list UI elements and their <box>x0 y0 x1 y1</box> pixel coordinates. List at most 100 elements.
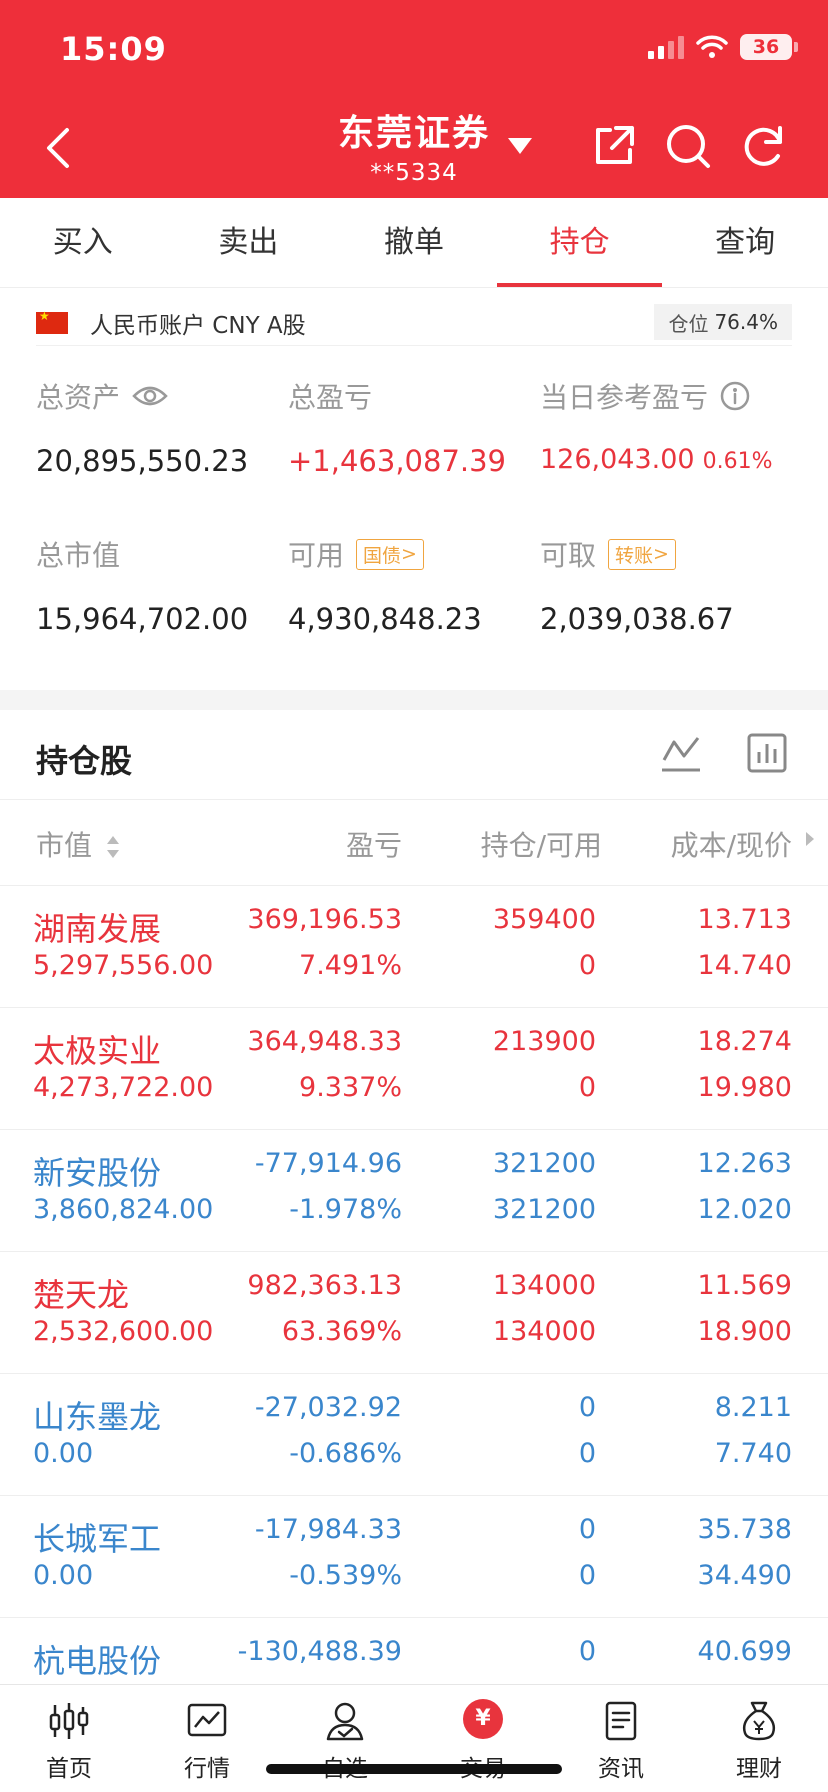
stock-pl: -130,488.39 <box>237 1636 402 1667</box>
stock-pl-pct: -0.539% <box>289 1560 402 1591</box>
stock-name: 长城军工 <box>33 1520 162 1558</box>
tab-query[interactable]: 查询 <box>662 198 828 287</box>
info-icon[interactable] <box>720 381 750 411</box>
stock-pl: -17,984.33 <box>254 1514 402 1545</box>
nav-watchlist[interactable]: 自选 <box>276 1685 414 1792</box>
china-flag-icon <box>36 309 68 334</box>
stock-available: 321200 <box>492 1194 596 1225</box>
holding-row[interactable]: 长城军工 0.00 -17,984.33 -0.539% 0 0 35.738 … <box>0 1496 828 1618</box>
stock-available: 134000 <box>492 1316 596 1347</box>
stock-name: 杭电股份 <box>33 1642 162 1680</box>
stock-market-value: 2,532,600.00 <box>33 1316 214 1347</box>
stock-cost: 13.713 <box>697 904 792 935</box>
stock-pl-pct: -1.978% <box>289 1194 402 1225</box>
caret-right-icon[interactable] <box>804 830 816 848</box>
nav-label: 首页 <box>46 1756 92 1782</box>
stock-market-value: 0.00 <box>33 1560 94 1591</box>
total-pl: 总盈亏 +1,463,087.39 <box>288 376 506 478</box>
tab-buy[interactable]: 买入 <box>0 198 166 287</box>
holding-row[interactable]: 太极实业 4,273,722.00 364,948.33 9.337% 2139… <box>0 1008 828 1130</box>
col-market-value[interactable]: 市值 <box>36 824 121 864</box>
stock-pl: 982,363.13 <box>247 1270 402 1301</box>
tab-holdings[interactable]: 持仓 <box>496 198 663 287</box>
wifi-icon <box>696 35 728 58</box>
total-pl-value: +1,463,087.39 <box>288 444 507 478</box>
stock-available: 0 <box>578 950 596 981</box>
holding-row[interactable]: 新安股份 3,860,824.00 -77,914.96 -1.978% 321… <box>0 1130 828 1252</box>
stock-holding: 359400 <box>492 904 596 935</box>
tab-cancel-order[interactable]: 撤单 <box>331 198 497 287</box>
stock-holding: 213900 <box>492 1026 596 1057</box>
line-chart-icon <box>187 1703 227 1737</box>
col-pl[interactable]: 盈亏 <box>346 824 402 864</box>
stock-price: 19.980 <box>697 1072 792 1103</box>
stock-name: 湖南发展 <box>33 910 162 948</box>
stock-price: 14.740 <box>697 950 792 981</box>
stock-holding: 0 <box>578 1514 596 1545</box>
position-label: 仓位 <box>668 311 709 336</box>
withdrawable-funds: 可取 转账 > 2,039,038.67 <box>540 534 734 636</box>
transfer-tag[interactable]: 转账 > <box>608 538 676 570</box>
caret-down-icon[interactable] <box>506 136 534 156</box>
share-icon[interactable] <box>590 122 638 170</box>
stock-price: 18.900 <box>697 1316 792 1347</box>
chevron-right-icon: > <box>401 543 417 565</box>
col-holding[interactable]: 持仓/可用 <box>481 824 602 864</box>
status-indicators: 36 <box>648 34 798 60</box>
withdrawable-label: 可取 <box>540 539 597 572</box>
holding-row[interactable]: 山东墨龙 0.00 -27,032.92 -0.686% 0 0 8.211 7… <box>0 1374 828 1496</box>
trade-tabs: 买入 卖出 撤单 持仓 查询 <box>0 198 828 288</box>
refresh-icon[interactable] <box>740 122 788 170</box>
stock-name: 太极实业 <box>33 1032 162 1070</box>
user-check-icon <box>326 1702 364 1741</box>
holdings-title: 持仓股 <box>36 742 133 780</box>
eye-icon[interactable] <box>132 384 168 408</box>
stock-holding: 134000 <box>492 1270 596 1301</box>
total-pl-label: 总盈亏 <box>288 381 373 414</box>
nav-trade[interactable]: ¥ 交易 <box>414 1685 552 1792</box>
nav-label: 理财 <box>736 1756 782 1782</box>
market-value-label: 总市值 <box>36 539 121 572</box>
stock-pl-pct: -0.686% <box>289 1438 402 1469</box>
stock-market-value: 4,273,722.00 <box>33 1072 214 1103</box>
tab-sell[interactable]: 卖出 <box>166 198 332 287</box>
position-value: 76.4% <box>714 310 778 334</box>
holding-row[interactable]: 楚天龙 2,532,600.00 982,363.13 63.369% 1340… <box>0 1252 828 1374</box>
stock-market-value: 0.00 <box>33 1438 94 1469</box>
document-icon <box>605 1701 637 1741</box>
daily-pl: 当日参考盈亏 126,043.00 0.61% <box>540 376 772 475</box>
stock-price: 34.490 <box>697 1560 792 1591</box>
available-funds: 可用 国债 > 4,930,848.23 <box>288 534 482 636</box>
section-divider <box>0 690 828 710</box>
bar-chart-icon[interactable] <box>744 730 790 776</box>
nav-home[interactable]: 首页 <box>0 1685 138 1792</box>
stock-price: 12.020 <box>697 1194 792 1225</box>
nav-news[interactable]: 资讯 <box>552 1685 690 1792</box>
signal-icon <box>648 35 684 59</box>
position-ratio-badge: 仓位 76.4% <box>654 304 792 340</box>
stock-cost: 8.211 <box>714 1392 792 1423</box>
available-label: 可用 <box>288 539 345 572</box>
search-icon[interactable] <box>664 122 712 170</box>
money-bag-icon <box>742 1701 776 1741</box>
broker-name: 东莞证券 <box>337 113 490 154</box>
nav-wealth[interactable]: 理财 <box>690 1685 828 1792</box>
stock-pl-pct: 63.369% <box>281 1316 402 1347</box>
sort-icon <box>106 836 119 858</box>
daily-pl-pct: 0.61% <box>702 449 773 474</box>
stock-pl: -27,032.92 <box>254 1392 402 1423</box>
daily-pl-label: 当日参考盈亏 <box>540 381 709 414</box>
battery-icon: 36 <box>740 34 798 60</box>
stock-cost: 18.274 <box>697 1026 792 1057</box>
col-cost-price[interactable]: 成本/现价 <box>671 824 792 864</box>
stock-name: 楚天龙 <box>33 1276 130 1314</box>
holding-row[interactable]: 湖南发展 5,297,556.00 369,196.53 7.491% 3594… <box>0 886 828 1008</box>
treasury-bond-tag[interactable]: 国债 > <box>356 538 424 570</box>
trend-chart-icon[interactable] <box>658 730 704 776</box>
stock-market-value: 5,297,556.00 <box>33 950 214 981</box>
stock-holding: 0 <box>578 1636 596 1667</box>
stock-available: 0 <box>578 1560 596 1591</box>
holdings-column-header: 市值 盈亏 持仓/可用 成本/现价 <box>0 800 828 886</box>
holdings-list: 湖南发展 5,297,556.00 369,196.53 7.491% 3594… <box>0 886 828 1740</box>
nav-market[interactable]: 行情 <box>138 1685 276 1792</box>
